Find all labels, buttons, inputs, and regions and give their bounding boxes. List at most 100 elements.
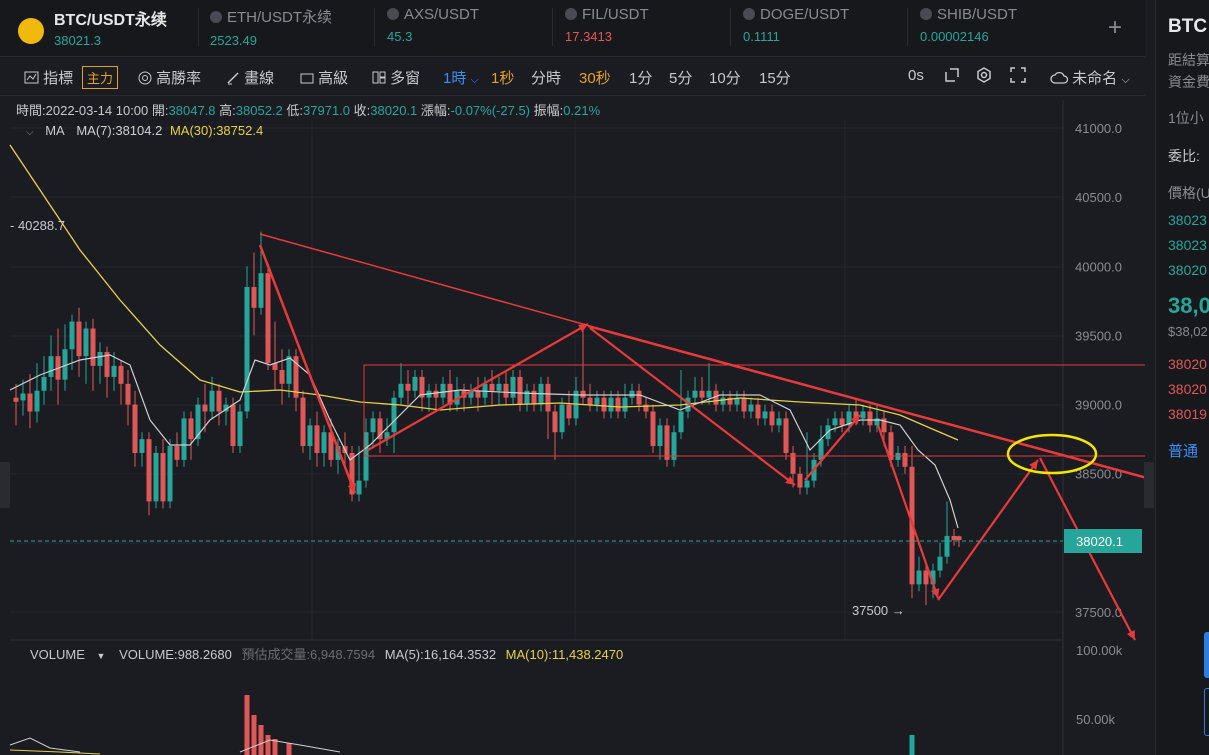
multi-window-button[interactable]: 多窗 xyxy=(372,67,420,88)
layout-cloud-dropdown[interactable]: 未命名 ⌵ xyxy=(1050,67,1130,88)
win-rate-button[interactable]: 高勝率 xyxy=(138,67,201,88)
add-ticker-icon[interactable]: + xyxy=(1108,14,1122,42)
time-display[interactable]: 0s xyxy=(908,67,924,84)
candle-body xyxy=(433,390,439,398)
draw-line-button[interactable]: 畫線 xyxy=(226,67,274,88)
indicator-icon xyxy=(24,71,39,84)
candle-body xyxy=(34,390,40,412)
interval-5m[interactable]: 5分 xyxy=(669,67,692,88)
fullscreen-icon[interactable] xyxy=(1010,67,1026,87)
volume-legend: VOLUME ▼ VOLUME:988.2680 預估成交量:6,948.759… xyxy=(30,644,623,663)
amplitude-value: 0.21% xyxy=(563,103,601,118)
interval-1m[interactable]: 1分 xyxy=(629,67,652,88)
ma-label[interactable]: MA xyxy=(45,123,65,138)
candle-body xyxy=(860,411,866,419)
ticker-price: 17.3413 xyxy=(565,29,612,44)
interval-1s[interactable]: 1秒 xyxy=(491,67,514,88)
ticker-price: 0.1111 xyxy=(743,29,780,44)
ticker-tab-doge[interactable]: DOGE/USDT 0.1111 xyxy=(743,6,849,50)
candle-body xyxy=(153,452,159,502)
chevron-down-icon[interactable]: ⌵ xyxy=(26,127,34,138)
volume-estimate: 預估成交量:6,948.7594 xyxy=(241,647,376,662)
fee-label: 資金費 xyxy=(1168,74,1209,90)
ticker-price: 2523.49 xyxy=(210,33,257,48)
volume-ma5: MA(5):16,164.3532 xyxy=(384,647,497,662)
target-icon xyxy=(138,71,152,85)
volume-bar xyxy=(251,715,257,755)
interval-15m[interactable]: 15分 xyxy=(759,67,791,88)
caret-down-icon[interactable]: ▼ xyxy=(97,651,106,661)
ma30-value: MA(30):38752.4 xyxy=(169,123,264,138)
ticker-tab-eth[interactable]: ETH/USDT永续 2523.49 xyxy=(210,6,332,50)
precision-selector[interactable]: 1位小 xyxy=(1168,108,1204,128)
volume-value: VOLUME:988.2680 xyxy=(119,647,232,662)
candle-body xyxy=(706,390,712,398)
indicator-button[interactable]: 指標 xyxy=(24,67,73,88)
coin-icon xyxy=(743,8,755,20)
bid-price[interactable]: 38020 xyxy=(1168,356,1207,372)
sell-button[interactable] xyxy=(1204,688,1209,736)
ticker-price: 38021.3 xyxy=(54,33,101,48)
candle-body xyxy=(720,397,726,405)
advanced-button[interactable]: 高級 xyxy=(300,67,348,88)
ratio-label: 委比: xyxy=(1168,148,1200,164)
candle-body xyxy=(174,446,180,460)
candle-body xyxy=(167,446,173,502)
candle-body xyxy=(251,287,257,308)
volume-bar xyxy=(258,725,264,755)
candle-body xyxy=(664,425,670,460)
ticker-tab-fil[interactable]: FIL/USDT 17.3413 xyxy=(565,6,649,50)
candle-body xyxy=(475,390,481,398)
multi-window-label: 多窗 xyxy=(390,70,421,87)
interval-10m[interactable]: 10分 xyxy=(709,67,741,88)
range-box xyxy=(363,364,1145,457)
candle-body xyxy=(944,535,950,557)
candle-body xyxy=(678,411,684,433)
panel-symbol: BTC xyxy=(1168,16,1208,37)
candle-body xyxy=(412,376,418,391)
candle-body xyxy=(741,397,747,412)
ticker-tab-shib[interactable]: SHIB/USDT 0.00002146 xyxy=(920,6,1017,50)
chart-toolbar: 指標 主力 高勝率 畫線 高級 多窗 1時 ⌵ 1秒 分時 30秒 1分 5分 … xyxy=(0,57,1145,96)
interval-selector[interactable]: 1時 ⌵ xyxy=(443,67,479,88)
candle-body xyxy=(321,432,327,453)
settings-gear-icon[interactable] xyxy=(976,67,992,87)
interval-30s[interactable]: 30秒 xyxy=(579,67,611,88)
pencil-icon xyxy=(227,72,239,85)
scroll-left-handle[interactable] xyxy=(0,462,10,508)
normal-order-tab[interactable]: 普通 xyxy=(1168,440,1198,461)
ma7-line xyxy=(9,354,959,529)
low-value: 37971.0 xyxy=(303,103,351,118)
candle-body xyxy=(97,352,103,366)
divider xyxy=(374,8,375,46)
trendline-thin xyxy=(259,233,591,327)
ticker-tab-btc[interactable]: BTC/USDT永续 38021.3 xyxy=(54,6,167,50)
ticker-name: FIL/USDT xyxy=(582,6,649,23)
current-price-label: 38020.1 xyxy=(1076,534,1123,549)
candle-body xyxy=(188,418,194,440)
ask-price[interactable]: 38023 xyxy=(1168,212,1207,228)
candle-body xyxy=(209,390,215,412)
coin-icon xyxy=(210,11,222,23)
candle-body xyxy=(83,328,89,357)
ticker-tab-axs[interactable]: AXS/USDT 45.3 xyxy=(387,6,479,50)
buy-button[interactable] xyxy=(1204,632,1209,678)
divider xyxy=(907,8,908,46)
bid-price[interactable]: 38020 xyxy=(1168,381,1207,397)
bid-price[interactable]: 38019 xyxy=(1168,406,1207,422)
interval-timeline[interactable]: 分時 xyxy=(531,67,561,88)
candle-body xyxy=(566,404,572,419)
divider xyxy=(552,8,553,46)
candle-body xyxy=(405,383,411,391)
candle-body xyxy=(776,418,782,426)
coin-icon xyxy=(387,8,399,20)
scroll-right-handle[interactable] xyxy=(1144,462,1154,508)
main-indicator-badge[interactable]: 主力 xyxy=(82,66,119,89)
ask-price[interactable]: 38020 xyxy=(1168,262,1207,278)
screenshot-icon[interactable] xyxy=(944,67,960,87)
binance-logo-icon xyxy=(18,18,44,44)
candle-body xyxy=(818,439,824,460)
volume-label[interactable]: VOLUME xyxy=(30,647,85,662)
ask-price[interactable]: 38023 xyxy=(1168,237,1207,253)
cloud-icon xyxy=(1050,71,1069,84)
